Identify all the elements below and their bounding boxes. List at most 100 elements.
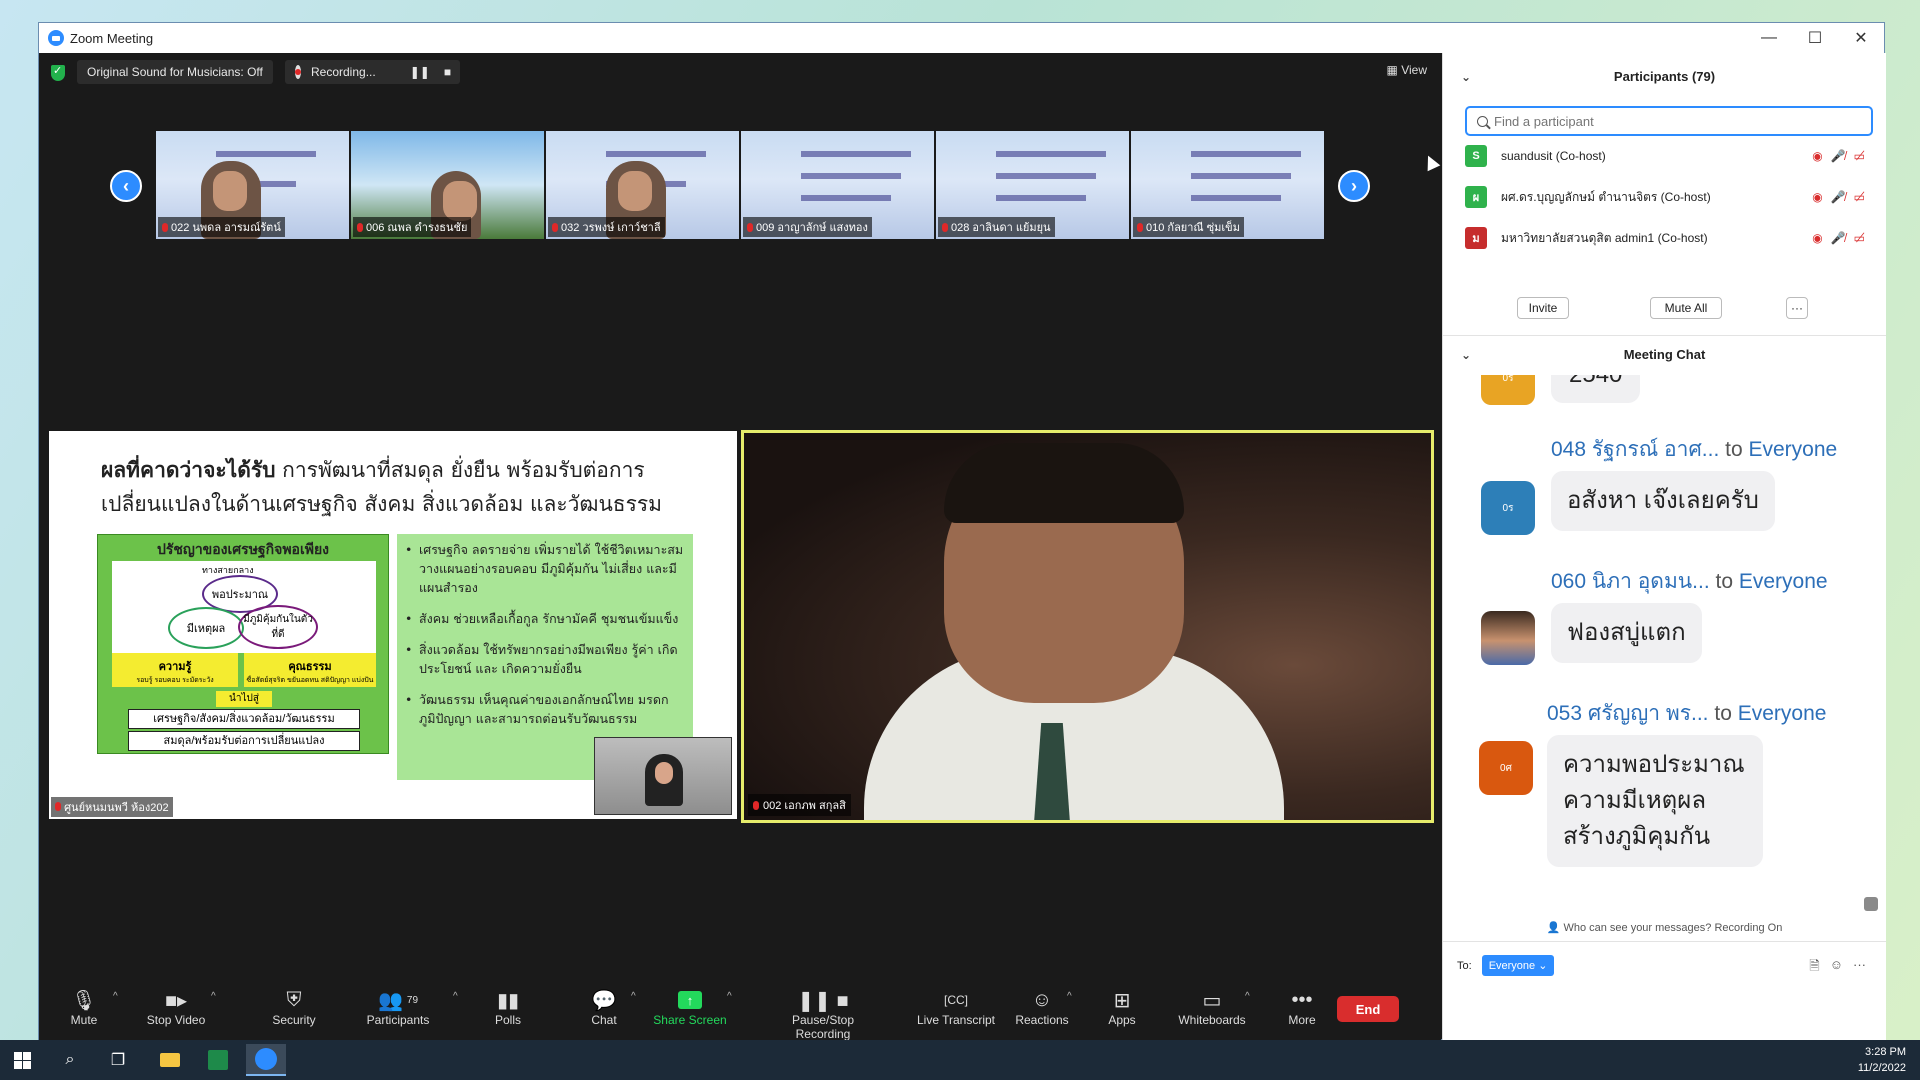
previous-page-arrow-icon[interactable]: ‹ [110, 170, 142, 202]
collapse-participants-icon[interactable]: ⌄ [1461, 60, 1471, 94]
chat-message-header: 048 รัฐกรณ์ อาศ... to Everyone [1551, 438, 1838, 461]
philosophy-title: ปรัชญาของเศรษฐกิจพอเพียง [156, 541, 330, 557]
knowledge-box: ความรู้ รอบรู้ รอบคอบ ระมัดระวัง [112, 653, 238, 687]
participant-row[interactable]: ม มหาวิทยาลัยสวนดุสิต admin1 (Co-host) ◉… [1465, 222, 1865, 254]
system-clock[interactable]: 3:28 PM 11/2/2022 [1858, 1044, 1906, 1076]
security-button[interactable]: ⛨ Security [249, 987, 339, 1028]
view-icon: ▦ [1386, 63, 1398, 77]
immunity-ellipse: มีภูมิคุ้มกันในตัวที่ดี [238, 605, 318, 649]
participant-tile[interactable]: 032 วรพงษ์ เกาว์ชาลี [546, 131, 739, 239]
participant-row[interactable]: ผ ผศ.ดร.บุญญลักษม์ ตำนานจิตร (Co-host) ◉… [1465, 181, 1865, 213]
audio-options-caret-icon[interactable]: ^ [113, 991, 118, 1002]
more-dots-icon: ••• [1291, 988, 1313, 1011]
minimize-icon[interactable]: — [1746, 23, 1792, 53]
share-options-caret-icon[interactable]: ^ [727, 991, 732, 1002]
encryption-shield-icon[interactable] [51, 64, 65, 81]
more-label: More [1288, 1013, 1316, 1027]
share-screen-icon: ↑ [678, 991, 702, 1009]
participants-button[interactable]: 👥 79 Participants [353, 987, 443, 1028]
thumbnail-strip: 022 นพดล อารมณ์รัตน์ 006 ณพล ดำรงธนชัย 0… [156, 131, 1324, 239]
bullet-item: สิ่งแวดล้อม ใช้ทรัพยากรอย่างมีพอเพียง รู… [405, 640, 685, 678]
polls-button[interactable]: ▮▮ Polls [463, 987, 553, 1028]
philosophy-diagram: ปรัชญาของเศรษฐกิจพอเพียง ทางสายกลาง พอปร… [97, 534, 389, 754]
chat-panel-header: ⌄ Meeting Chat [1443, 338, 1886, 372]
participant-tile[interactable]: 006 ณพล ดำรงธนชัย [351, 131, 544, 239]
maximize-icon[interactable]: ☐ [1792, 23, 1838, 53]
participant-name: 022 นพดล อารมณ์รัตน์ [171, 222, 281, 234]
presenter-pip-video [594, 737, 732, 815]
stop-video-button[interactable]: ■▸ Stop Video [131, 987, 221, 1028]
apps-button[interactable]: ⊞ Apps [1077, 987, 1167, 1028]
chat-visibility-notice[interactable]: 👤 Who can see your messages? Recording O… [1443, 921, 1886, 934]
emoji-icon[interactable]: ☺ [1830, 957, 1843, 979]
participant-row[interactable]: S suandusit (Co-host) ◉ 🎤̸ ▭̸ [1465, 140, 1865, 172]
zoom-app-icon[interactable] [246, 1044, 286, 1076]
reactions-button[interactable]: ☺ Reactions [997, 987, 1087, 1028]
chat-options-caret-icon[interactable]: ^ [631, 991, 636, 1002]
participant-tile[interactable]: 022 นพดล อารมณ์รัตน์ [156, 131, 349, 239]
apps-icon: ⊞ [1113, 989, 1131, 1012]
share-name-label: ศูนย์หนมนพวี ห้อง202 [51, 797, 173, 817]
window-title: Zoom Meeting [70, 30, 154, 46]
pause-recording-icon[interactable]: ❚❚ [410, 65, 430, 79]
share-screen-button[interactable]: ↑ Share Screen [645, 987, 735, 1027]
participant-avatar: S [1465, 145, 1487, 167]
muted-mic-icon: 🎤̸ [1830, 231, 1846, 245]
whiteboards-options-caret-icon[interactable]: ^ [1245, 991, 1250, 1002]
participant-tile[interactable]: 009 อาญาลักษ์ แสงทอง [741, 131, 934, 239]
whiteboards-button[interactable]: ▭ Whiteboards [1167, 987, 1257, 1028]
search-icon[interactable]: ⌕ [50, 1044, 90, 1076]
reactions-options-caret-icon[interactable]: ^ [1067, 991, 1072, 1002]
participant-tile[interactable]: 028 อาลินดา แย้มยุน [936, 131, 1129, 239]
apps-label: Apps [1108, 1013, 1136, 1027]
participant-search-input[interactable] [1494, 113, 1854, 129]
task-view-icon[interactable]: ❐ [98, 1044, 138, 1076]
participant-name: ผศ.ดร.บุญญลักษม์ ตำนานจิตร (Co-host) [1501, 189, 1711, 204]
next-page-arrow-icon[interactable]: › [1338, 170, 1370, 202]
reactions-label: Reactions [1015, 1013, 1069, 1027]
participants-more-button[interactable]: ··· [1786, 297, 1808, 319]
participant-name: 010 กัลยาณี ซุ่มเข็ม [1146, 222, 1240, 234]
chat-sender: 060 นิภา อุดมน... [1551, 570, 1710, 593]
bullet-item: เศรษฐกิจ ลดรายจ่าย เพิ่มรายได้ ใช้ชีวิตเ… [405, 540, 685, 597]
meeting-top-bar: Original Sound for Musicians: Off Record… [39, 53, 1441, 91]
participants-options-caret-icon[interactable]: ^ [453, 991, 458, 1002]
security-label: Security [272, 1013, 316, 1027]
stop-recording-icon[interactable]: ■ [444, 65, 451, 79]
zoom-window: Zoom Meeting — ☐ ✕ Original Sound for Mu… [38, 22, 1886, 1041]
muted-mic-icon [942, 222, 948, 232]
muted-mic-icon [753, 800, 759, 810]
muted-mic-icon [55, 802, 61, 811]
chat-divider [1443, 941, 1886, 942]
muted-mic-icon [357, 222, 363, 232]
chat-recipient-select[interactable]: Everyone ⌄ [1481, 955, 1555, 976]
chat-more-icon[interactable]: ··· [1853, 957, 1866, 979]
zoom-logo-icon [48, 30, 64, 46]
meeting-toolbar: 🎙 Mute ^ ■▸ Stop Video ^ ⛨ Security 👥 79 Part… [39, 981, 1441, 1041]
file-icon[interactable]: 🗎 [1809, 957, 1819, 979]
chat-recipient-row: To: Everyone ⌄ [1457, 955, 1555, 976]
chat-message-bubble: ความพอประมาณ ความมีเหตุผล สร้างภูมิคุมกั… [1547, 735, 1763, 867]
pause-stop-recording-label: Pause/Stop Recording [791, 1013, 855, 1041]
chat-message-header: 053 ศรัญญา พร... to Everyone [1547, 702, 1827, 725]
start-button[interactable] [2, 1044, 42, 1076]
view-button[interactable]: ▦ View [1387, 63, 1427, 77]
muted-mic-icon: 🎤̸ [1830, 190, 1846, 204]
collapse-chat-icon[interactable]: ⌄ [1461, 338, 1471, 372]
original-sound-label: Original Sound for Musicians: Off [87, 65, 263, 79]
original-sound-button[interactable]: Original Sound for Musicians: Off [77, 60, 273, 84]
video-options-caret-icon[interactable]: ^ [211, 991, 216, 1002]
recording-status-icon: ◉ [1812, 231, 1823, 245]
participant-tile[interactable]: 010 กัลยาณี ซุ่มเข็ม [1131, 131, 1324, 239]
live-transcript-button[interactable]: [CC] Live Transcript [911, 987, 1001, 1027]
end-button[interactable]: End [1337, 996, 1399, 1022]
chat-scrollbar[interactable] [1864, 897, 1878, 911]
excel-app-icon[interactable] [198, 1044, 238, 1076]
pause-stop-recording-button[interactable]: ❚❚ ■ Pause/Stop Recording [763, 987, 883, 1042]
close-icon[interactable]: ✕ [1838, 23, 1884, 53]
more-button[interactable]: ••• More [1257, 987, 1347, 1028]
mute-all-button[interactable]: Mute All [1650, 297, 1722, 319]
invite-button[interactable]: Invite [1517, 297, 1569, 319]
file-explorer-icon[interactable] [150, 1044, 190, 1076]
active-speaker-video[interactable]: 002 เอกภพ สกุลสิ [741, 430, 1434, 823]
